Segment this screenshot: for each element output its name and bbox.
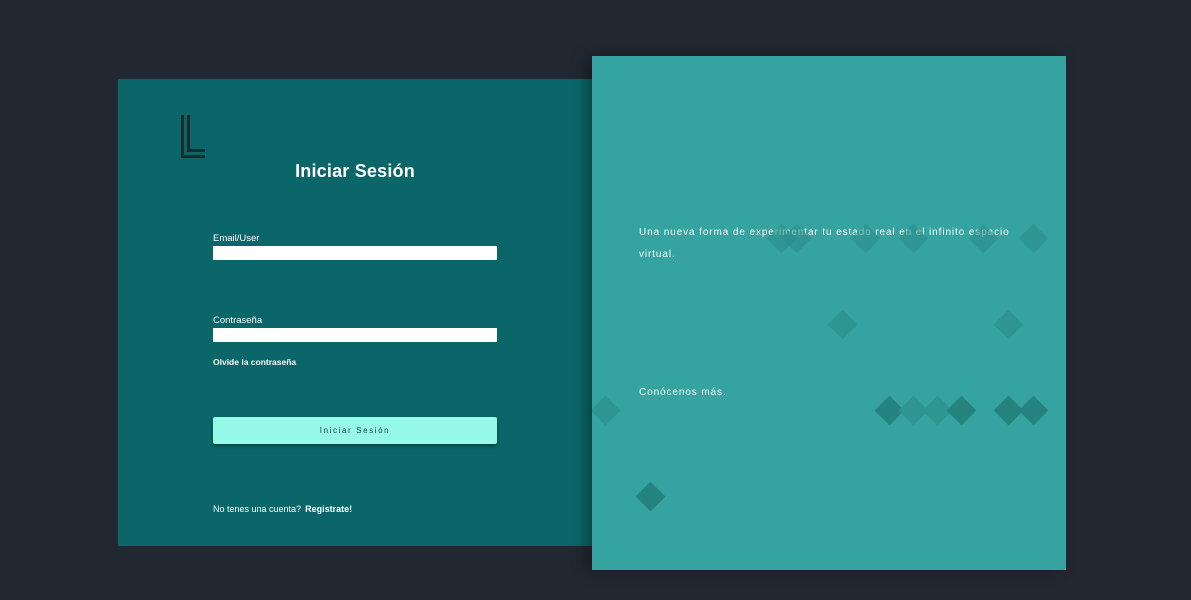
login-button[interactable]: Iniciar Sesión — [213, 417, 497, 444]
password-label: Contraseña — [213, 315, 263, 326]
email-field[interactable] — [213, 246, 497, 260]
decorative-diamond — [592, 395, 621, 426]
decorative-diamond — [1018, 395, 1049, 426]
decorative-diamond — [635, 481, 666, 512]
forgot-password-link[interactable]: Olvide la contraseña — [213, 357, 296, 367]
login-title: Iniciar Sesión — [295, 161, 415, 181]
info-panel: Una nueva forma de experimentar tu estad… — [592, 56, 1066, 570]
login-panel: Iniciar Sesión Email/User Contraseña Olv… — [118, 79, 618, 546]
password-field[interactable] — [213, 328, 497, 342]
decorative-diamond — [946, 395, 977, 426]
email-label: Email/User — [213, 233, 260, 244]
register-prompt: No tenes una cuenta? — [213, 504, 302, 514]
register-link[interactable]: Registrate! — [305, 504, 352, 514]
decorative-diamond — [827, 309, 858, 340]
register-row: No tenes una cuenta? Registrate! — [213, 504, 352, 514]
decorative-diamond — [993, 309, 1024, 340]
know-more-link[interactable]: Conócenos más. — [639, 387, 727, 398]
logo-icon — [181, 115, 205, 158]
